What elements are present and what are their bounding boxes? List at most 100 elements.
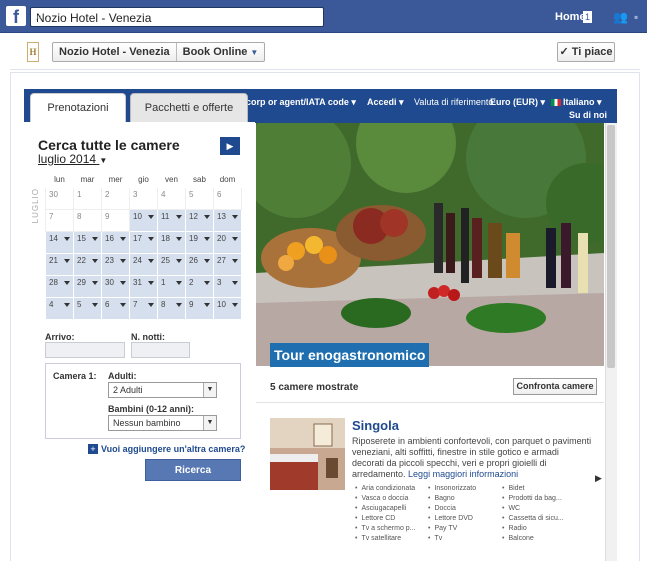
tab-prenotazioni[interactable]: Prenotazioni [30, 93, 126, 123]
calendar-day[interactable]: 29 [73, 275, 102, 298]
day-dropdown-icon[interactable] [232, 237, 238, 241]
day-dropdown-icon[interactable] [120, 259, 126, 263]
calendar-day[interactable]: 18 [157, 231, 186, 254]
facebook-search-input[interactable]: Nozio Hotel - Venezia ⌕ [30, 7, 324, 27]
scrollbar-thumb[interactable] [607, 125, 615, 368]
calendar-day[interactable]: 15 [73, 231, 102, 254]
search-button[interactable]: Ricerca [145, 459, 241, 481]
calendar-day[interactable]: 12 [185, 209, 214, 232]
calendar-day[interactable]: 31 [129, 275, 158, 298]
more-info-link[interactable]: Leggi maggiori informazioni [408, 469, 518, 479]
day-dropdown-icon[interactable] [176, 281, 182, 285]
day-dropdown-icon[interactable] [64, 259, 70, 263]
day-dropdown-icon[interactable] [148, 281, 154, 285]
page-name[interactable]: Nozio Hotel - Venezia [53, 43, 177, 61]
calendar-day[interactable]: 25 [157, 253, 186, 276]
room-photo[interactable] [270, 418, 345, 490]
calendar-day[interactable]: 20 [213, 231, 242, 254]
room-title[interactable]: Singola [352, 418, 399, 433]
calendar-day[interactable]: 27 [213, 253, 242, 276]
weekday-header: dom [213, 172, 242, 188]
calendar-day[interactable]: 4 [45, 297, 74, 320]
day-dropdown-icon[interactable] [64, 237, 70, 241]
calendar-day[interactable]: 8 [157, 297, 186, 320]
day-dropdown-icon[interactable] [232, 281, 238, 285]
calendar-day[interactable]: 10 [213, 297, 242, 320]
calendar-day[interactable]: 17 [129, 231, 158, 254]
calendar-day[interactable]: 22 [73, 253, 102, 276]
day-dropdown-icon[interactable] [120, 237, 126, 241]
day-dropdown-icon[interactable] [148, 215, 154, 219]
day-dropdown-icon[interactable] [204, 303, 210, 307]
plus-icon[interactable]: + [88, 444, 98, 454]
day-dropdown-icon[interactable] [232, 303, 238, 307]
calendar-day[interactable]: 16 [101, 231, 130, 254]
month-selector[interactable]: luglio 2014 ▼ [38, 152, 107, 166]
day-dropdown-icon[interactable] [204, 259, 210, 263]
day-dropdown-icon[interactable] [92, 237, 98, 241]
calendar-day: 7 [45, 209, 74, 232]
facebook-logo-icon[interactable]: f [6, 6, 26, 27]
next-month-button[interactable]: ▶ [220, 137, 240, 155]
accedi-menu[interactable]: Accedi ▾ [367, 97, 404, 108]
day-dropdown-icon[interactable] [92, 281, 98, 285]
day-dropdown-icon[interactable] [204, 215, 210, 219]
calendar-day[interactable]: 26 [185, 253, 214, 276]
day-dropdown-icon[interactable] [64, 303, 70, 307]
tab-pacchetti-offerte[interactable]: Pacchetti e offerte [130, 93, 248, 123]
calendar-day[interactable]: 30 [101, 275, 130, 298]
calendar-day[interactable]: 28 [45, 275, 74, 298]
day-dropdown-icon[interactable] [176, 303, 182, 307]
day-dropdown-icon[interactable] [232, 215, 238, 219]
day-dropdown-icon[interactable] [176, 259, 182, 263]
day-dropdown-icon[interactable] [232, 259, 238, 263]
day-dropdown-icon[interactable] [92, 259, 98, 263]
calendar-day[interactable]: 6 [101, 297, 130, 320]
day-dropdown-icon[interactable] [204, 237, 210, 241]
calendar-day[interactable]: 19 [185, 231, 214, 254]
calendar-day[interactable]: 24 [129, 253, 158, 276]
day-dropdown-icon[interactable] [148, 237, 154, 241]
day-dropdown-icon[interactable] [120, 281, 126, 285]
friend-requests-icon[interactable]: 👥 [613, 10, 628, 24]
search-icon[interactable]: ⌕ [36, 11, 318, 24]
calendar-day[interactable]: 3 [213, 275, 242, 298]
page-app-selector[interactable]: Nozio Hotel - Venezia Book Online ▼ [52, 42, 266, 62]
home-link[interactable]: Home [555, 11, 586, 23]
day-dropdown-icon[interactable] [92, 303, 98, 307]
calendar-day[interactable]: 11 [157, 209, 186, 232]
messages-icon[interactable]: ▪ [634, 10, 647, 24]
about-link[interactable]: Su di noi [569, 110, 607, 120]
nights-field[interactable] [131, 342, 190, 358]
calendar-day[interactable]: 21 [45, 253, 74, 276]
adults-select[interactable]: 2 Adulti ▼ [108, 382, 217, 398]
children-select[interactable]: Nessun bambino ▼ [108, 415, 217, 431]
corp-code-menu[interactable]: corp or agent/IATA code ▾ [246, 97, 356, 108]
language-selector[interactable]: Italiano ▾ [551, 97, 602, 108]
calendar-day[interactable]: 9 [185, 297, 214, 320]
calendar-week: 7 8 9 10 11 12 13 [45, 209, 242, 232]
add-room-link[interactable]: Vuoi aggiungere un'altra camera? [101, 444, 245, 454]
calendar-day[interactable]: 10 [129, 209, 158, 232]
calendar-day[interactable]: 5 [73, 297, 102, 320]
day-dropdown-icon[interactable] [176, 237, 182, 241]
day-dropdown-icon[interactable] [176, 215, 182, 219]
calendar-day[interactable]: 2 [185, 275, 214, 298]
arrival-field[interactable] [45, 342, 125, 358]
day-dropdown-icon[interactable] [120, 303, 126, 307]
calendar-day[interactable]: 1 [157, 275, 186, 298]
app-selector[interactable]: Book Online ▼ [177, 43, 265, 61]
calendar-day[interactable]: 23 [101, 253, 130, 276]
day-dropdown-icon[interactable] [204, 281, 210, 285]
day-dropdown-icon[interactable] [148, 259, 154, 263]
next-room-arrow-icon[interactable]: ▶ [595, 473, 602, 484]
like-button[interactable]: ✓ Ti piace [557, 42, 615, 62]
day-dropdown-icon[interactable] [148, 303, 154, 307]
currency-selector[interactable]: Euro (EUR) ▾ [490, 97, 545, 108]
calendar-day[interactable]: 14 [45, 231, 74, 254]
calendar-day[interactable]: 13 [213, 209, 242, 232]
day-dropdown-icon[interactable] [64, 281, 70, 285]
adults-label: Adulti: [108, 371, 137, 381]
compare-rooms-button[interactable]: Confronta camere [513, 378, 597, 395]
calendar-day[interactable]: 7 [129, 297, 158, 320]
